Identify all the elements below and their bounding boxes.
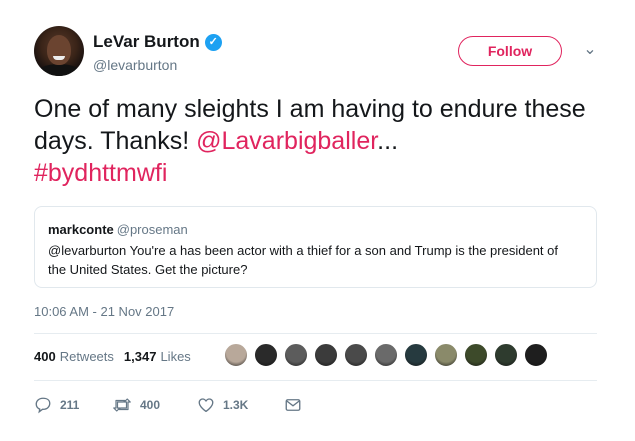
tweet-text: One of many sleights I am having to endu… xyxy=(34,93,604,189)
liker-avatar[interactable] xyxy=(464,343,488,367)
author-name-row[interactable]: LeVar Burton ✓ xyxy=(93,32,222,52)
quoted-tweet[interactable]: markconte @proseman @levarburton You're a… xyxy=(34,206,597,288)
quoted-tweet-header: markconte @proseman xyxy=(48,222,188,237)
retweet-action[interactable]: 400 xyxy=(112,396,197,414)
reply-icon xyxy=(35,397,51,414)
tweet-mention-link[interactable]: @Lavarbigballer xyxy=(196,127,377,155)
retweets-label: Retweets xyxy=(59,348,114,364)
likes-stat[interactable]: 1,347 Likes xyxy=(124,349,191,364)
quoted-tweet-text: @levarburton You're a has been actor wit… xyxy=(48,243,558,277)
retweet-icon xyxy=(113,398,131,412)
liker-avatar[interactable] xyxy=(494,343,518,367)
liker-avatar[interactable] xyxy=(254,343,278,367)
author-handle[interactable]: @levarburton xyxy=(93,57,177,73)
retweets-count: 400 xyxy=(34,348,56,364)
divider-bottom xyxy=(34,380,597,381)
liker-avatar[interactable] xyxy=(284,343,308,367)
tweet-timestamp[interactable]: 10:06 AM - 21 Nov 2017 xyxy=(34,304,174,319)
tweet-ellipsis: ... xyxy=(377,127,399,155)
retweet-count: 400 xyxy=(140,398,161,412)
like-count: 1.3K xyxy=(223,398,249,412)
reply-count: 211 xyxy=(60,398,80,412)
follow-button[interactable]: Follow xyxy=(458,36,562,66)
liker-avatar[interactable] xyxy=(224,343,248,367)
engagement-stats: 400 Retweets 1,347 Likes xyxy=(34,344,201,368)
like-action[interactable]: 1.3K xyxy=(197,396,284,414)
likes-count: 1,347 xyxy=(123,348,157,364)
chevron-down-icon[interactable]: ⌄ xyxy=(580,40,600,60)
author-avatar[interactable] xyxy=(34,26,84,76)
tweet-hashtag-link[interactable]: #bydhttmwfi xyxy=(34,159,167,187)
author-display-name[interactable]: LeVar Burton xyxy=(93,32,200,52)
liker-avatar[interactable] xyxy=(404,343,428,367)
liker-avatar[interactable] xyxy=(434,343,458,367)
envelope-icon xyxy=(285,399,301,411)
avatar-face xyxy=(47,35,71,65)
liker-avatar[interactable] xyxy=(314,343,338,367)
heart-icon xyxy=(198,398,214,413)
liker-avatar[interactable] xyxy=(524,343,548,367)
divider-top xyxy=(34,333,597,334)
avatar-shoulders xyxy=(36,64,82,76)
tweet-header: LeVar Burton ✓ @levarburton Follow ⌄ xyxy=(34,26,609,82)
reply-action[interactable]: 211 xyxy=(34,396,112,414)
verified-badge-icon: ✓ xyxy=(204,33,222,51)
likes-label: Likes xyxy=(160,348,191,364)
direct-message-action[interactable] xyxy=(284,396,302,414)
tweet-actions: 211 400 1.3K xyxy=(34,396,302,414)
retweets-stat[interactable]: 400 Retweets xyxy=(34,349,114,364)
liker-avatar[interactable] xyxy=(344,343,368,367)
liker-avatar[interactable] xyxy=(374,343,398,367)
quoted-tweet-name: markconte xyxy=(48,222,114,237)
liker-avatars xyxy=(224,343,554,367)
quoted-tweet-handle: @proseman xyxy=(116,222,188,237)
